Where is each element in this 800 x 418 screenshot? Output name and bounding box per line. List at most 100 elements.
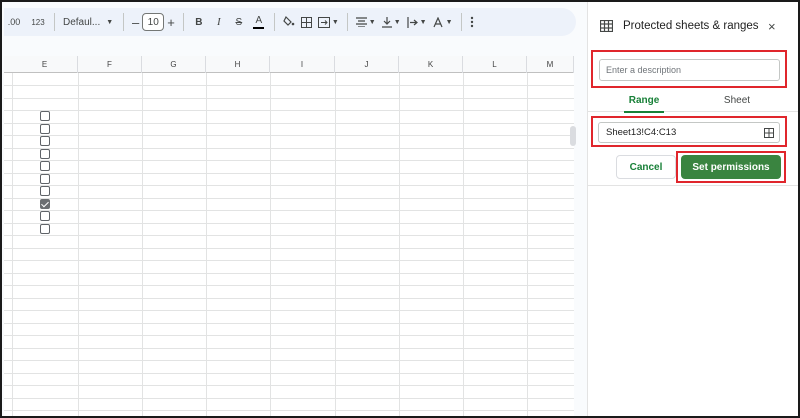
horizontal-align-button[interactable]: ▼ xyxy=(355,11,376,33)
strikethrough-button[interactable]: S xyxy=(232,11,246,33)
grid-line xyxy=(4,210,574,211)
fill-color-button[interactable] xyxy=(283,11,295,33)
vertical-align-button[interactable]: ▼ xyxy=(381,11,401,33)
grid-line xyxy=(4,385,574,386)
checkbox-e8[interactable] xyxy=(40,161,50,171)
select-range-icon[interactable] xyxy=(764,128,774,138)
spreadsheet-grid[interactable]: E F G H I J K L M xyxy=(4,56,576,416)
grid-line xyxy=(4,85,574,86)
close-icon[interactable]: × xyxy=(768,19,776,34)
grid-line xyxy=(4,223,574,224)
dropdown-arrow-icon: ▼ xyxy=(419,18,427,26)
more-options-button[interactable] xyxy=(470,11,474,33)
column-header-e[interactable]: E xyxy=(12,56,78,73)
description-input[interactable] xyxy=(599,59,780,81)
screenshot-frame: .00 123 Defaul... ▼ – 10 + B I S A ▼ ▼ ▼… xyxy=(0,0,800,418)
column-header-i[interactable]: I xyxy=(270,56,335,73)
toolbar-divider xyxy=(54,13,55,31)
grid-line xyxy=(4,248,574,249)
number-format-icon: 123 xyxy=(31,17,45,27)
grid-line xyxy=(463,73,464,416)
column-header-f[interactable]: F xyxy=(78,56,142,73)
font-size-input[interactable]: 10 xyxy=(142,13,165,31)
checkbox-e11[interactable] xyxy=(40,199,50,209)
grid-line xyxy=(4,235,574,236)
grid-line xyxy=(4,260,574,261)
text-rotation-button[interactable]: ▼ xyxy=(433,11,453,33)
text-color-swatch xyxy=(253,26,265,29)
grid-line xyxy=(4,98,574,99)
grid-line xyxy=(142,73,143,416)
checkbox-e12[interactable] xyxy=(40,211,50,221)
column-header-l[interactable]: L xyxy=(463,56,527,73)
decrease-decimal-button[interactable]: .00 xyxy=(7,11,21,33)
column-label: K xyxy=(427,60,434,69)
text-wrap-icon xyxy=(407,16,418,28)
toolbar-divider xyxy=(273,13,275,31)
grid-cells[interactable] xyxy=(4,73,574,416)
column-header-g[interactable]: G xyxy=(142,56,206,73)
checkbox-e4[interactable] xyxy=(40,111,50,121)
grid-line xyxy=(4,110,574,111)
grid-line xyxy=(4,323,574,324)
strikethrough-icon: S xyxy=(235,16,243,28)
panel-title: Protected sheets & ranges xyxy=(623,20,759,32)
range-input[interactable]: Sheet13!C4:C13 xyxy=(598,122,780,143)
borders-button[interactable] xyxy=(300,11,312,33)
column-label: L xyxy=(492,60,497,69)
checkbox-e13[interactable] xyxy=(40,224,50,234)
column-label: H xyxy=(234,60,241,69)
column-label: J xyxy=(364,60,369,69)
vertical-scrollbar[interactable] xyxy=(570,126,576,146)
font-size-value: 10 xyxy=(147,16,159,28)
grid-line xyxy=(4,298,574,299)
grid-line xyxy=(399,73,400,416)
checkbox-e7[interactable] xyxy=(40,149,50,159)
grid-line xyxy=(12,73,13,416)
borders-icon xyxy=(300,16,312,28)
number-format-button[interactable]: 123 xyxy=(30,11,46,33)
checkbox-e5[interactable] xyxy=(40,124,50,134)
column-header-h[interactable]: H xyxy=(206,56,270,73)
set-permissions-button[interactable]: Set permissions xyxy=(681,155,781,179)
font-family-dropdown[interactable]: Defaul... ▼ xyxy=(63,11,115,33)
column-header-m[interactable]: M xyxy=(527,56,574,73)
decrease-font-size-button[interactable]: – xyxy=(132,11,139,33)
increase-font-size-button[interactable]: + xyxy=(167,11,175,33)
font-family-label: Defaul... xyxy=(63,16,101,28)
column-label: E xyxy=(41,60,48,69)
column-header-k[interactable]: K xyxy=(399,56,463,73)
grid-line xyxy=(4,273,574,274)
grid-line xyxy=(4,135,574,136)
merge-cells-button[interactable]: ▼ xyxy=(317,11,339,33)
checkbox-e6[interactable] xyxy=(40,136,50,146)
column-header-j[interactable]: J xyxy=(335,56,399,73)
grid-line xyxy=(4,160,574,161)
vertical-align-icon xyxy=(381,16,392,28)
toolbar-divider xyxy=(123,13,124,31)
grid-line xyxy=(4,360,574,361)
column-label: I xyxy=(300,60,304,69)
grid-line xyxy=(4,373,574,374)
column-label: G xyxy=(170,60,177,69)
grid-line xyxy=(4,310,574,311)
italic-icon: I xyxy=(216,16,221,28)
italic-button[interactable]: I xyxy=(212,11,226,33)
checkbox-e9[interactable] xyxy=(40,174,50,184)
tab-range[interactable]: Range xyxy=(624,88,664,113)
grid-line xyxy=(4,335,574,336)
tab-sheet[interactable]: Sheet xyxy=(717,88,757,112)
grid-line xyxy=(78,73,79,416)
cancel-button[interactable]: Cancel xyxy=(616,155,676,179)
fill-color-icon xyxy=(283,16,295,26)
text-color-button[interactable]: A xyxy=(252,11,266,33)
text-wrap-button[interactable]: ▼ xyxy=(407,11,427,33)
minus-icon: – xyxy=(132,14,140,30)
checkbox-e10[interactable] xyxy=(40,186,50,196)
merge-cells-icon xyxy=(317,16,330,28)
toolbar-divider xyxy=(182,13,184,31)
dropdown-arrow-icon: ▼ xyxy=(445,18,453,26)
dropdown-arrow-icon: ▼ xyxy=(331,18,339,26)
bold-button[interactable]: B xyxy=(192,11,206,33)
grid-line xyxy=(4,185,574,186)
